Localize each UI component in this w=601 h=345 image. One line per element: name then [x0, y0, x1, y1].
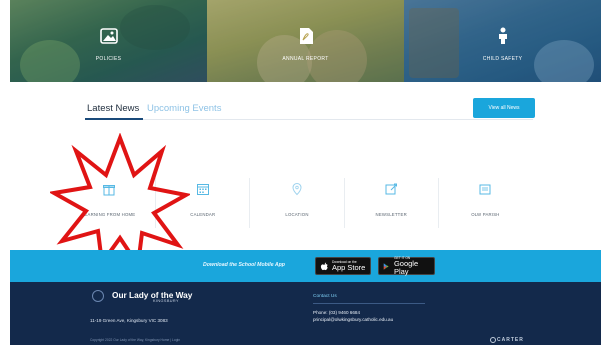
school-suburb: KINGSBURY — [153, 299, 179, 303]
copyright-text: Copyright 2022 Our Lady of the Way, King… — [90, 338, 181, 342]
tile-annual-report[interactable]: ANNUAL REPORT — [207, 0, 404, 82]
contact-divider — [313, 303, 425, 304]
quick-link-label: NEWSLETTER — [375, 212, 407, 217]
quick-link-newsletter[interactable]: NEWSLETTER — [345, 178, 439, 228]
image-icon — [99, 28, 118, 44]
active-tab-indicator — [85, 118, 143, 120]
tab-upcoming-events[interactable]: Upcoming Events — [147, 103, 221, 114]
quick-link-location[interactable]: LOCATION — [250, 178, 345, 228]
mobile-app-strip: Download the School Mobile App Download … — [10, 250, 601, 282]
tile-child-safety[interactable]: CHILD SAFETY — [404, 0, 601, 82]
app-store-big-text: App Store — [332, 263, 366, 272]
email-link[interactable]: principal@olwkingsbury.catholic.edu.au — [313, 317, 393, 322]
phone-number[interactable]: Phone: (03) 9460 6684 — [313, 310, 360, 315]
contact-us-heading: Contact Us — [313, 294, 337, 299]
tile-policies[interactable]: POLICIES — [10, 0, 207, 82]
google-play-icon — [383, 262, 389, 270]
child-icon — [498, 27, 507, 44]
view-all-news-button[interactable]: View all News — [473, 98, 535, 118]
tab-divider — [85, 119, 533, 120]
news-tabs: Latest News Upcoming Events — [85, 95, 533, 121]
quick-link-olw-parish[interactable]: OLW PARISH — [439, 178, 532, 228]
app-download-text: Download the School Mobile App — [203, 262, 285, 268]
school-address: 11-19 Green Ave, Kingsbury VIC 3083 — [90, 318, 168, 323]
parish-icon — [479, 184, 491, 195]
quick-link-label: LOCATION — [285, 212, 309, 217]
feature-tiles: POLICIES ANNUAL REPORT CHILD SAFETY — [10, 0, 601, 82]
pdf-icon — [299, 28, 313, 44]
carter-logo-text[interactable]: CARTER — [497, 337, 524, 343]
map-pin-icon — [292, 182, 302, 196]
google-play-big-text: Google Play — [393, 259, 419, 276]
quick-link-label: CALENDAR — [190, 212, 216, 217]
app-store-button[interactable]: Download on the App Store — [315, 257, 371, 275]
quick-link-label: OLW PARISH — [471, 212, 500, 217]
apple-icon — [320, 262, 328, 270]
carter-logo-icon — [490, 337, 496, 343]
red-star-annotation — [50, 133, 190, 268]
school-crest-icon — [92, 290, 104, 302]
tile-label: POLICIES — [95, 56, 122, 62]
site-footer: Our Lady of the Way KINGSBURY 11-19 Gree… — [10, 282, 601, 345]
calendar-icon — [196, 184, 209, 195]
newsletter-icon — [385, 183, 398, 195]
tile-label: ANNUAL REPORT — [282, 56, 329, 62]
tile-label: CHILD SAFETY — [482, 56, 523, 62]
google-play-button[interactable]: GET IT ON Google Play — [378, 256, 435, 276]
tab-latest-news[interactable]: Latest News — [87, 103, 139, 114]
